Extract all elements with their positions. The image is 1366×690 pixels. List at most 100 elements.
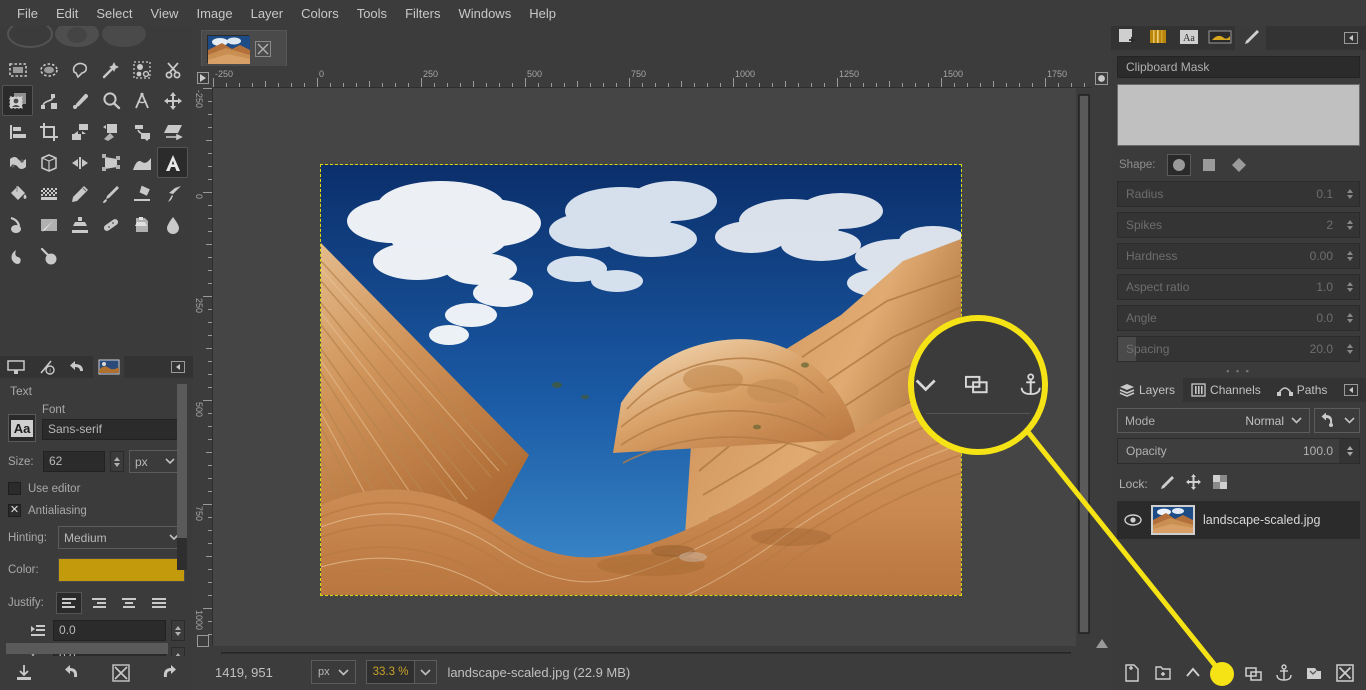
tool-airbrush[interactable] — [157, 178, 188, 209]
canvas-vertical-scrollbar[interactable] — [1076, 88, 1092, 646]
shape-square-icon[interactable] — [1197, 154, 1221, 176]
antialiasing-checkbox[interactable]: ✕ — [8, 504, 21, 517]
tool-scissors-select[interactable] — [157, 54, 188, 85]
tool-perspective[interactable] — [95, 147, 126, 178]
delete-tool-preset-button[interactable] — [106, 660, 136, 686]
tool-fuzzy-select[interactable] — [95, 54, 126, 85]
restore-tool-preset-button[interactable] — [57, 660, 87, 686]
close-icon[interactable] — [255, 40, 271, 57]
text-color-swatch[interactable] — [58, 558, 185, 582]
layer-row[interactable]: landscape-scaled.jpg — [1117, 501, 1360, 539]
new-layer-group-button[interactable] — [1150, 660, 1176, 686]
justify-right-button[interactable] — [86, 592, 112, 614]
antialiasing-row[interactable]: ✕ Antialiasing — [8, 504, 185, 517]
dock-resize-grip[interactable]: ▪ ▪ ▪ — [1111, 366, 1366, 376]
tab-fonts[interactable]: Aa — [1173, 26, 1204, 50]
menu-tools[interactable]: Tools — [348, 2, 396, 25]
use-editor-row[interactable]: Use editor — [8, 482, 185, 495]
dock-menu-button[interactable] — [169, 360, 187, 374]
brush-name-field[interactable]: Clipboard Mask — [1117, 56, 1360, 78]
zoom-image-button[interactable] — [1092, 68, 1111, 88]
duplicate-layer-button[interactable] — [1241, 660, 1267, 686]
brush-param-hardness[interactable]: Hardness 0.00 — [1117, 243, 1360, 269]
tool-flip[interactable] — [64, 147, 95, 178]
size-unit-combo[interactable]: px — [129, 450, 181, 473]
indent-input[interactable]: 0.0 — [53, 620, 166, 641]
ruler-origin-button[interactable] — [193, 68, 213, 88]
tool-smudge[interactable] — [2, 240, 33, 271]
tool-gradient-flare[interactable] — [126, 147, 157, 178]
tool-ink[interactable] — [2, 209, 33, 240]
tab-paths[interactable]: Paths — [1269, 378, 1336, 402]
unit-selector[interactable]: px — [311, 660, 356, 684]
layer-image[interactable] — [320, 164, 962, 596]
justify-left-button[interactable] — [56, 592, 82, 614]
param-stepper[interactable] — [1341, 275, 1359, 299]
tool-rotate[interactable] — [64, 116, 95, 147]
brush-param-radius[interactable]: Radius 0.1 — [1117, 181, 1360, 207]
menu-edit[interactable]: Edit — [47, 2, 87, 25]
size-input[interactable]: 62 — [43, 451, 105, 472]
tab-gradients[interactable] — [1142, 26, 1173, 50]
brush-param-spikes[interactable]: Spikes 2 — [1117, 212, 1360, 238]
tool-move[interactable] — [157, 85, 188, 116]
brush-dock-menu-button[interactable] — [1342, 31, 1360, 45]
param-stepper[interactable] — [1341, 306, 1359, 330]
vertical-ruler[interactable]: -250 0 250 500 750 1000 — [193, 88, 213, 646]
tool-clone[interactable] — [64, 209, 95, 240]
tool-ellipse-select[interactable] — [33, 54, 64, 85]
tool-rect-select[interactable] — [2, 54, 33, 85]
tool-pencil[interactable] — [64, 178, 95, 209]
brush-param-spacing[interactable]: Spacing 20.0 — [1117, 336, 1360, 362]
tool-options-scrollbar[interactable] — [177, 384, 187, 570]
indent-stepper[interactable] — [171, 620, 185, 641]
tool-select-by-color[interactable] — [126, 54, 157, 85]
tool-bucket-fill[interactable] — [2, 178, 33, 209]
new-layer-button[interactable] — [1119, 660, 1145, 686]
tool-color-picker[interactable] — [64, 85, 95, 116]
tab-channels[interactable]: Channels — [1183, 378, 1269, 402]
tool-mypaint-brush[interactable] — [33, 209, 64, 240]
zoom-control[interactable]: 33.3 % — [365, 660, 438, 684]
menu-filters[interactable]: Filters — [396, 2, 449, 25]
lock-pixels-icon[interactable] — [1158, 474, 1175, 493]
lower-layer-button[interactable] — [1210, 660, 1236, 686]
tool-free-select[interactable] — [64, 54, 95, 85]
size-stepper[interactable] — [110, 451, 124, 472]
layer-visibility-icon[interactable] — [1123, 514, 1143, 526]
quick-mask-button[interactable] — [193, 632, 213, 650]
zoom-dropdown-button[interactable] — [414, 661, 437, 683]
reset-tool-options-button[interactable] — [154, 660, 184, 686]
lock-alpha-icon[interactable] — [1212, 474, 1229, 493]
justify-center-button[interactable] — [116, 592, 142, 614]
hinting-combo[interactable]: Medium — [58, 526, 185, 549]
justify-fill-button[interactable] — [146, 592, 172, 614]
tool-cage-transform[interactable] — [33, 147, 64, 178]
font-preview-icon[interactable]: Aa — [8, 414, 36, 442]
opacity-stepper[interactable] — [1341, 439, 1359, 463]
image-tab[interactable] — [201, 30, 287, 66]
image-canvas[interactable] — [213, 88, 1092, 646]
tool-heal[interactable] — [95, 209, 126, 240]
tool-alignment[interactable] — [2, 116, 33, 147]
save-tool-preset-button[interactable] — [9, 660, 39, 686]
anchor-layer-button[interactable] — [1271, 660, 1297, 686]
tab-new-image[interactable] — [1111, 26, 1142, 50]
tab-layers[interactable]: Layers — [1111, 378, 1184, 402]
tool-options-hscrollbar[interactable] — [6, 643, 168, 654]
menu-file[interactable]: File — [8, 2, 47, 25]
tool-crop[interactable] — [33, 116, 64, 147]
delete-layer-button[interactable] — [1332, 660, 1358, 686]
tab-device-status[interactable]: i — [31, 356, 62, 378]
horizontal-ruler[interactable]: -250 0 250 500 750 1000 1250 1500 1750 — [213, 68, 1092, 88]
menu-windows[interactable]: Windows — [449, 2, 520, 25]
raise-layer-button[interactable] — [1180, 660, 1206, 686]
tool-eraser[interactable] — [126, 178, 157, 209]
tool-warp-transform[interactable] — [2, 147, 33, 178]
menu-select[interactable]: Select — [87, 2, 141, 25]
tab-patterns[interactable] — [1204, 26, 1235, 50]
tool-handle-transform[interactable] — [126, 116, 157, 147]
shape-circle-icon[interactable] — [1167, 154, 1191, 176]
tool-unified-transform[interactable] — [95, 116, 126, 147]
param-stepper[interactable] — [1341, 337, 1359, 361]
